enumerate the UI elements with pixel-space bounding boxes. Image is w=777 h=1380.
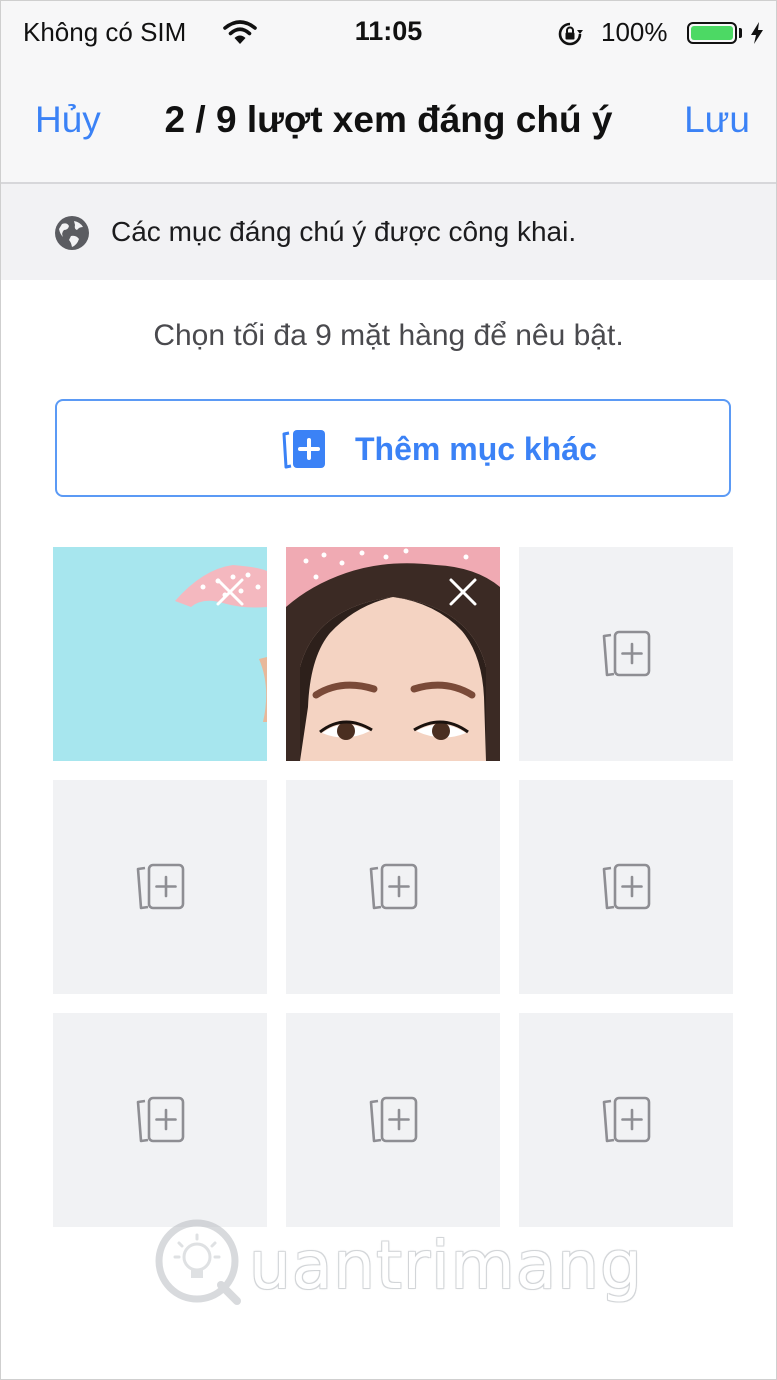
- add-media-icon: [369, 1096, 418, 1143]
- globe-icon: [53, 214, 91, 257]
- battery-level-fill: [691, 26, 733, 40]
- empty-slot-8[interactable]: [286, 1013, 500, 1227]
- close-icon: [216, 578, 244, 606]
- add-media-icon: [279, 427, 329, 476]
- lightbulb-logo-icon: [155, 1219, 241, 1305]
- watermark-text: uantrimang: [249, 1227, 643, 1304]
- empty-slot-9[interactable]: [519, 1013, 733, 1227]
- save-button[interactable]: Lưu: [684, 99, 750, 141]
- add-media-icon: [602, 863, 651, 910]
- status-bar: Không có SIM 11:05 100%: [1, 1, 776, 65]
- app-frame: Không có SIM 11:05 100% Hủy 2 / 9 lượt x…: [0, 0, 777, 1380]
- add-media-icon: [369, 863, 418, 910]
- notice-text: Các mục đáng chú ý được công khai.: [111, 216, 577, 247]
- navigation-bar: Hủy 2 / 9 lượt xem đáng chú ý Lưu: [1, 65, 776, 184]
- instruction-text: Chọn tối đa 9 mặt hàng để nêu bật.: [153, 319, 624, 352]
- empty-slot-5[interactable]: [286, 780, 500, 994]
- empty-slot-7[interactable]: [53, 1013, 267, 1227]
- watermark: uantrimang: [151, 1213, 642, 1313]
- remove-item-1-button[interactable]: [215, 577, 245, 607]
- add-more-items-label: Thêm mục khác: [355, 431, 597, 467]
- page-title: 2 / 9 lượt xem đáng chú ý: [164, 99, 613, 140]
- public-notice-banner: Các mục đáng chú ý được công khai.: [1, 184, 776, 280]
- empty-slot-3[interactable]: [519, 547, 733, 761]
- featured-tile-2[interactable]: [286, 547, 500, 761]
- add-more-items-button[interactable]: Thêm mục khác: [55, 399, 731, 497]
- add-media-icon: [136, 1096, 185, 1143]
- charging-bolt-icon: [749, 21, 765, 50]
- close-icon: [449, 578, 477, 606]
- remove-item-2-button[interactable]: [448, 577, 478, 607]
- add-media-icon: [136, 863, 185, 910]
- empty-slot-4[interactable]: [53, 780, 267, 994]
- empty-slot-6[interactable]: [519, 780, 733, 994]
- featured-tile-1[interactable]: [53, 547, 267, 761]
- rotation-lock-icon: [557, 21, 583, 52]
- battery-cap: [739, 28, 742, 38]
- battery-percent: 100%: [601, 17, 668, 47]
- battery-icon: [687, 22, 737, 44]
- add-media-icon: [602, 1096, 651, 1143]
- add-media-icon: [602, 630, 651, 677]
